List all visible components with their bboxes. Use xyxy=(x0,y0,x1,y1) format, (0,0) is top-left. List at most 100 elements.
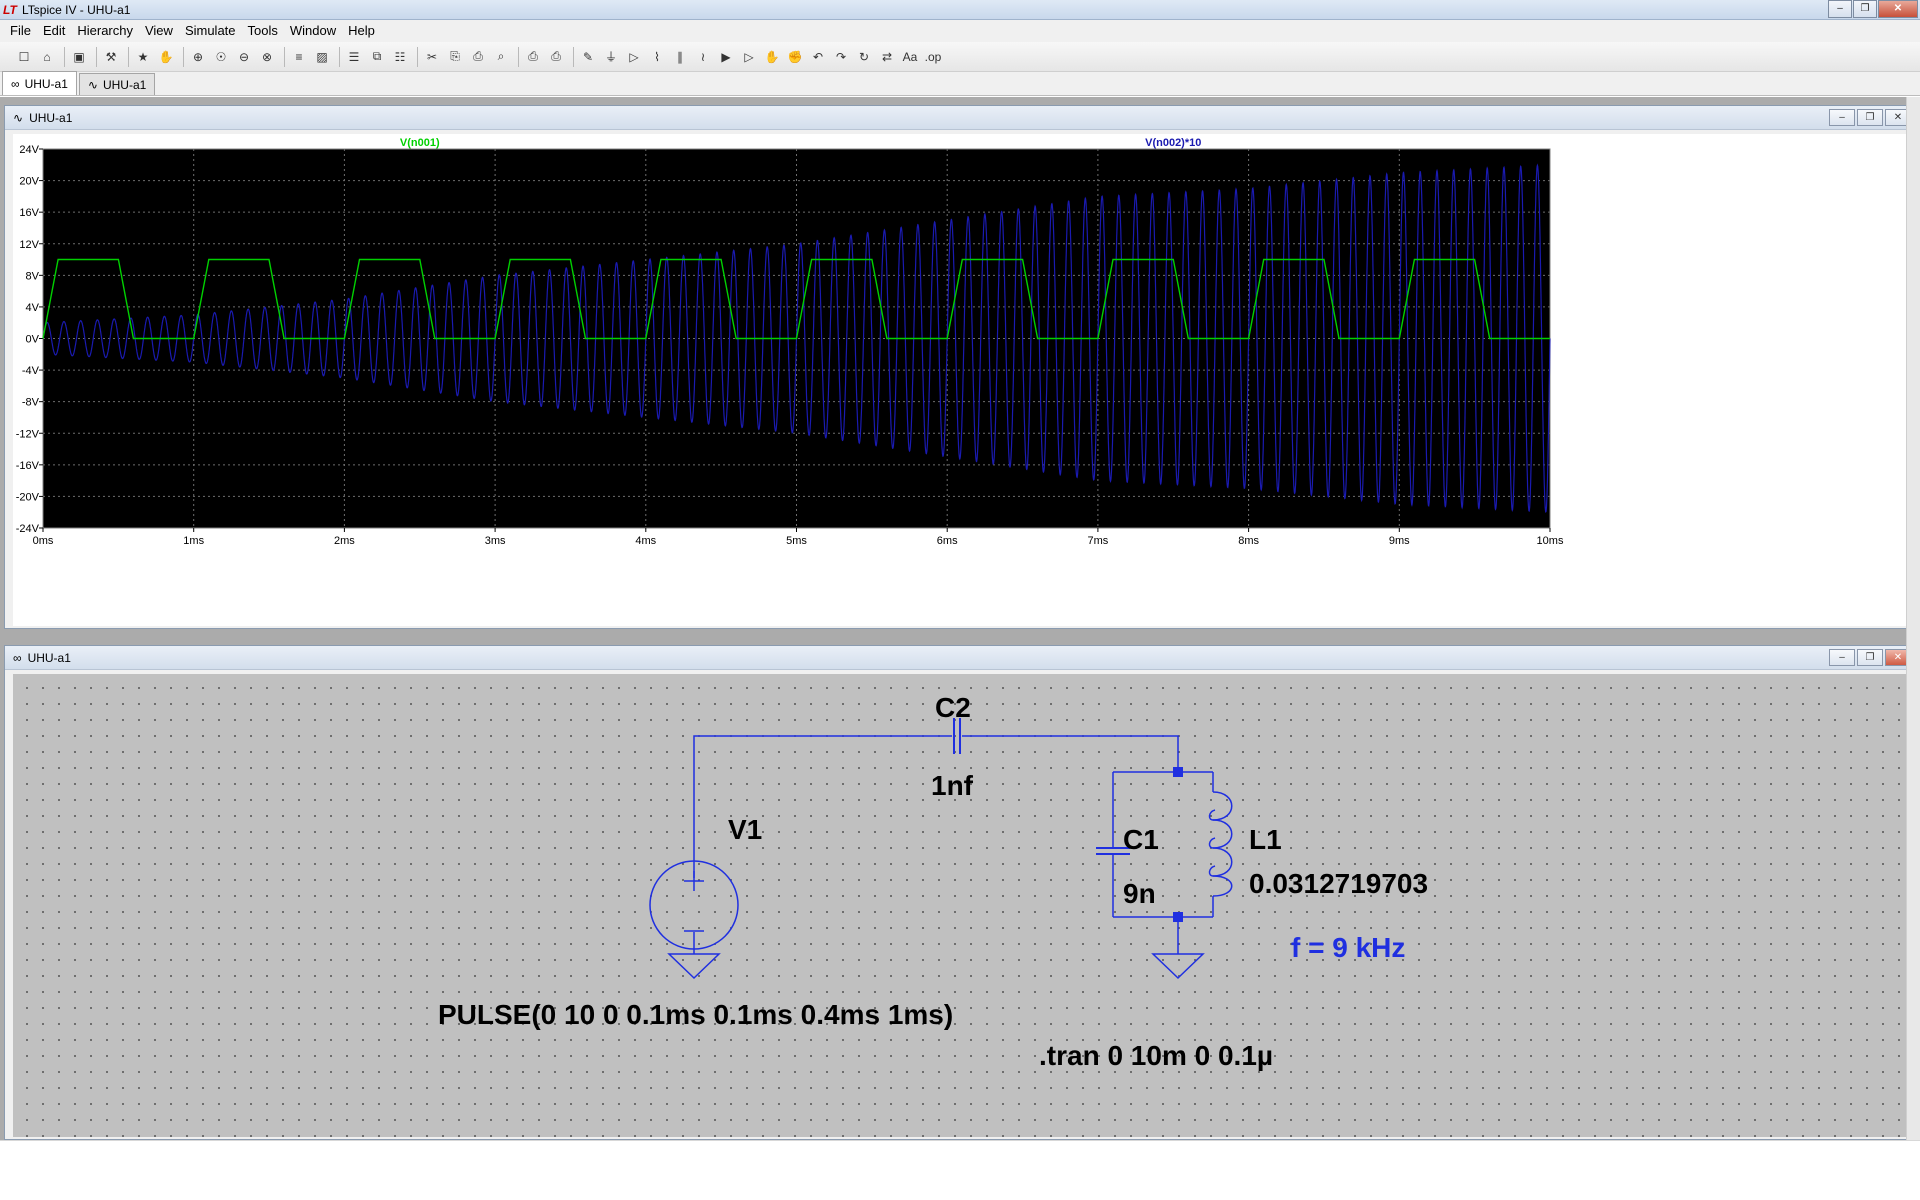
app-window: LT LTspice IV - UHU-a1 – ❐ ✕ File Edit H… xyxy=(0,0,1920,1200)
menu-tools[interactable]: Tools xyxy=(242,20,284,42)
mark-unref-icon[interactable]: ▨ xyxy=(312,47,332,67)
trace-label[interactable]: V(n001) xyxy=(400,137,440,149)
capacitor-icon[interactable]: ∥ xyxy=(670,47,690,67)
y-tick-label: 24V xyxy=(19,144,39,156)
toolbar-separator xyxy=(96,46,97,67)
maximize-button[interactable]: ❐ xyxy=(1857,109,1883,126)
cascade-icon[interactable]: ⧉ xyxy=(367,47,387,67)
find-icon[interactable]: ⌕ xyxy=(491,47,511,67)
cut-icon[interactable]: ✂ xyxy=(422,47,442,67)
menu-window[interactable]: Window xyxy=(284,20,342,42)
zoom-in-icon[interactable]: ⊕ xyxy=(188,47,208,67)
minimize-button[interactable]: – xyxy=(1828,0,1852,18)
l1-value[interactable]: 0.0312719703 xyxy=(1249,868,1428,900)
undo-icon[interactable]: ↶ xyxy=(808,47,828,67)
wire-c2-to-tank[interactable] xyxy=(962,735,1179,772)
menu-hierarchy[interactable]: Hierarchy xyxy=(71,20,139,42)
tab-schematic[interactable]: ∞ UHU-a1 xyxy=(2,71,77,95)
run-icon[interactable]: ★ xyxy=(133,47,153,67)
menu-edit[interactable]: Edit xyxy=(37,20,71,42)
tile-vertical-icon[interactable]: ☷ xyxy=(390,47,410,67)
c1-reference[interactable]: C1 xyxy=(1123,824,1159,856)
waveform-window: ∿ UHU-a1 – ❐ ✕ 24V 20V 16V 12V 8V 4V 0V -4V -8V -… xyxy=(4,105,1916,629)
wire-v1-to-c2[interactable] xyxy=(693,735,952,878)
waveform-window-titlebar[interactable]: ∿ UHU-a1 – ❐ ✕ xyxy=(5,106,1915,130)
inductor-l1-symbol[interactable] xyxy=(1208,791,1233,897)
schematic-icon: ∞ xyxy=(11,76,20,91)
draw-wire-icon[interactable]: ✎ xyxy=(578,47,598,67)
toolbar-separator xyxy=(573,46,574,67)
resistor-icon[interactable]: ⌇ xyxy=(647,47,667,67)
maximize-button[interactable]: ❐ xyxy=(1853,0,1877,18)
tab-label: UHU-a1 xyxy=(102,77,147,92)
component-icon[interactable]: ▷ xyxy=(739,47,759,67)
junction-dot xyxy=(1173,912,1183,922)
ground-icon[interactable] xyxy=(1151,953,1205,980)
trace-label[interactable]: V(n002)*10 xyxy=(1145,137,1201,149)
v1-reference[interactable]: V1 xyxy=(728,814,762,846)
close-button[interactable]: ✕ xyxy=(1878,0,1918,18)
x-tick-label: 0ms xyxy=(33,535,54,547)
print-icon[interactable]: ⎙ xyxy=(546,47,566,67)
tab-label: UHU-a1 xyxy=(24,76,68,91)
move-icon[interactable]: ✋ xyxy=(762,47,782,67)
y-tick-label: 16V xyxy=(19,207,39,219)
c2-reference[interactable]: C2 xyxy=(935,692,971,724)
minimize-button[interactable]: – xyxy=(1829,109,1855,126)
menu-help[interactable]: Help xyxy=(342,20,381,42)
open-icon[interactable]: ⌂ xyxy=(37,47,57,67)
waveform-plot[interactable]: 24V 20V 16V 12V 8V 4V 0V -4V -8V -12V -16V -20V -24V… xyxy=(13,134,1909,626)
redo-icon[interactable]: ↷ xyxy=(831,47,851,67)
toolbar-separator xyxy=(518,46,519,67)
ground-icon[interactable]: ⏚ xyxy=(601,47,621,67)
c2-value[interactable]: 1nf xyxy=(931,770,973,802)
mirror-icon[interactable]: ⇄ xyxy=(877,47,897,67)
plot-area[interactable]: 24V 20V 16V 12V 8V 4V 0V -4V -8V -12V -16V -20V -24V… xyxy=(13,134,1909,626)
y-tick-label: -12V xyxy=(16,428,40,440)
drag-icon[interactable]: ✊ xyxy=(785,47,805,67)
zoom-fit-icon[interactable]: ☉ xyxy=(211,47,231,67)
diode-icon[interactable]: ▶ xyxy=(716,47,736,67)
save-icon[interactable]: ▣ xyxy=(69,47,89,67)
cancel-zoom-icon[interactable]: ⊗ xyxy=(257,47,277,67)
y-tick-label: -8V xyxy=(22,397,40,409)
menu-view[interactable]: View xyxy=(139,20,179,42)
toolbar-separator xyxy=(64,46,65,67)
label-net-icon[interactable]: ▷ xyxy=(624,47,644,67)
spice-directive[interactable]: .tran 0 10m 0 0.1µ xyxy=(1039,1040,1273,1072)
rotate-icon[interactable]: ↻ xyxy=(854,47,874,67)
autorange-icon[interactable]: ≡ xyxy=(289,47,309,67)
schematic-canvas[interactable]: C2 1nf V1 C1 9n L1 0.0312719703 f = 9 kH… xyxy=(13,674,1909,1137)
text-icon[interactable]: Aa xyxy=(900,47,920,67)
menu-simulate[interactable]: Simulate xyxy=(179,20,242,42)
minimize-button[interactable]: – xyxy=(1829,649,1855,666)
junction-dot xyxy=(1173,767,1183,777)
zoom-out-icon[interactable]: ⊖ xyxy=(234,47,254,67)
mdi-vertical-scrollbar[interactable] xyxy=(1906,97,1920,1140)
c1-value[interactable]: 9n xyxy=(1123,878,1156,910)
toolbar-separator xyxy=(183,46,184,67)
new-schematic-icon[interactable]: ☐ xyxy=(14,47,34,67)
l1-reference[interactable]: L1 xyxy=(1249,824,1282,856)
document-tabs: ∞ UHU-a1 ∿ UHU-a1 xyxy=(0,71,1920,96)
window-title: LTspice IV - UHU-a1 xyxy=(22,2,131,17)
schematic-icon: ∞ xyxy=(13,650,22,665)
inductor-icon[interactable]: ≀ xyxy=(693,47,713,67)
copy-icon[interactable]: ⎘ xyxy=(445,47,465,67)
print-preview-icon[interactable]: ⎙ xyxy=(523,47,543,67)
spice-directive-icon[interactable]: .op xyxy=(923,47,943,67)
tile-horizontal-icon[interactable]: ☰ xyxy=(344,47,364,67)
v1-value[interactable]: PULSE(0 10 0 0.1ms 0.1ms 0.4ms 1ms) xyxy=(438,999,953,1031)
halt-icon[interactable]: ✋ xyxy=(156,47,176,67)
menu-file[interactable]: File xyxy=(4,20,37,42)
tab-waveform[interactable]: ∿ UHU-a1 xyxy=(78,73,156,95)
paste-icon[interactable]: ⎙ xyxy=(468,47,488,67)
schematic-window-titlebar[interactable]: ∞ UHU-a1 – ❐ ✕ xyxy=(5,646,1915,670)
title-bar: LT LTspice IV - UHU-a1 – ❐ ✕ xyxy=(0,0,1920,20)
ground-icon[interactable] xyxy=(667,953,721,980)
y-tick-label: 8V xyxy=(26,270,40,282)
toolbar-separator xyxy=(284,46,285,67)
maximize-button[interactable]: ❐ xyxy=(1857,649,1883,666)
frequency-comment[interactable]: f = 9 kHz xyxy=(1291,932,1405,964)
control-panel-icon[interactable]: ⚒ xyxy=(101,47,121,67)
